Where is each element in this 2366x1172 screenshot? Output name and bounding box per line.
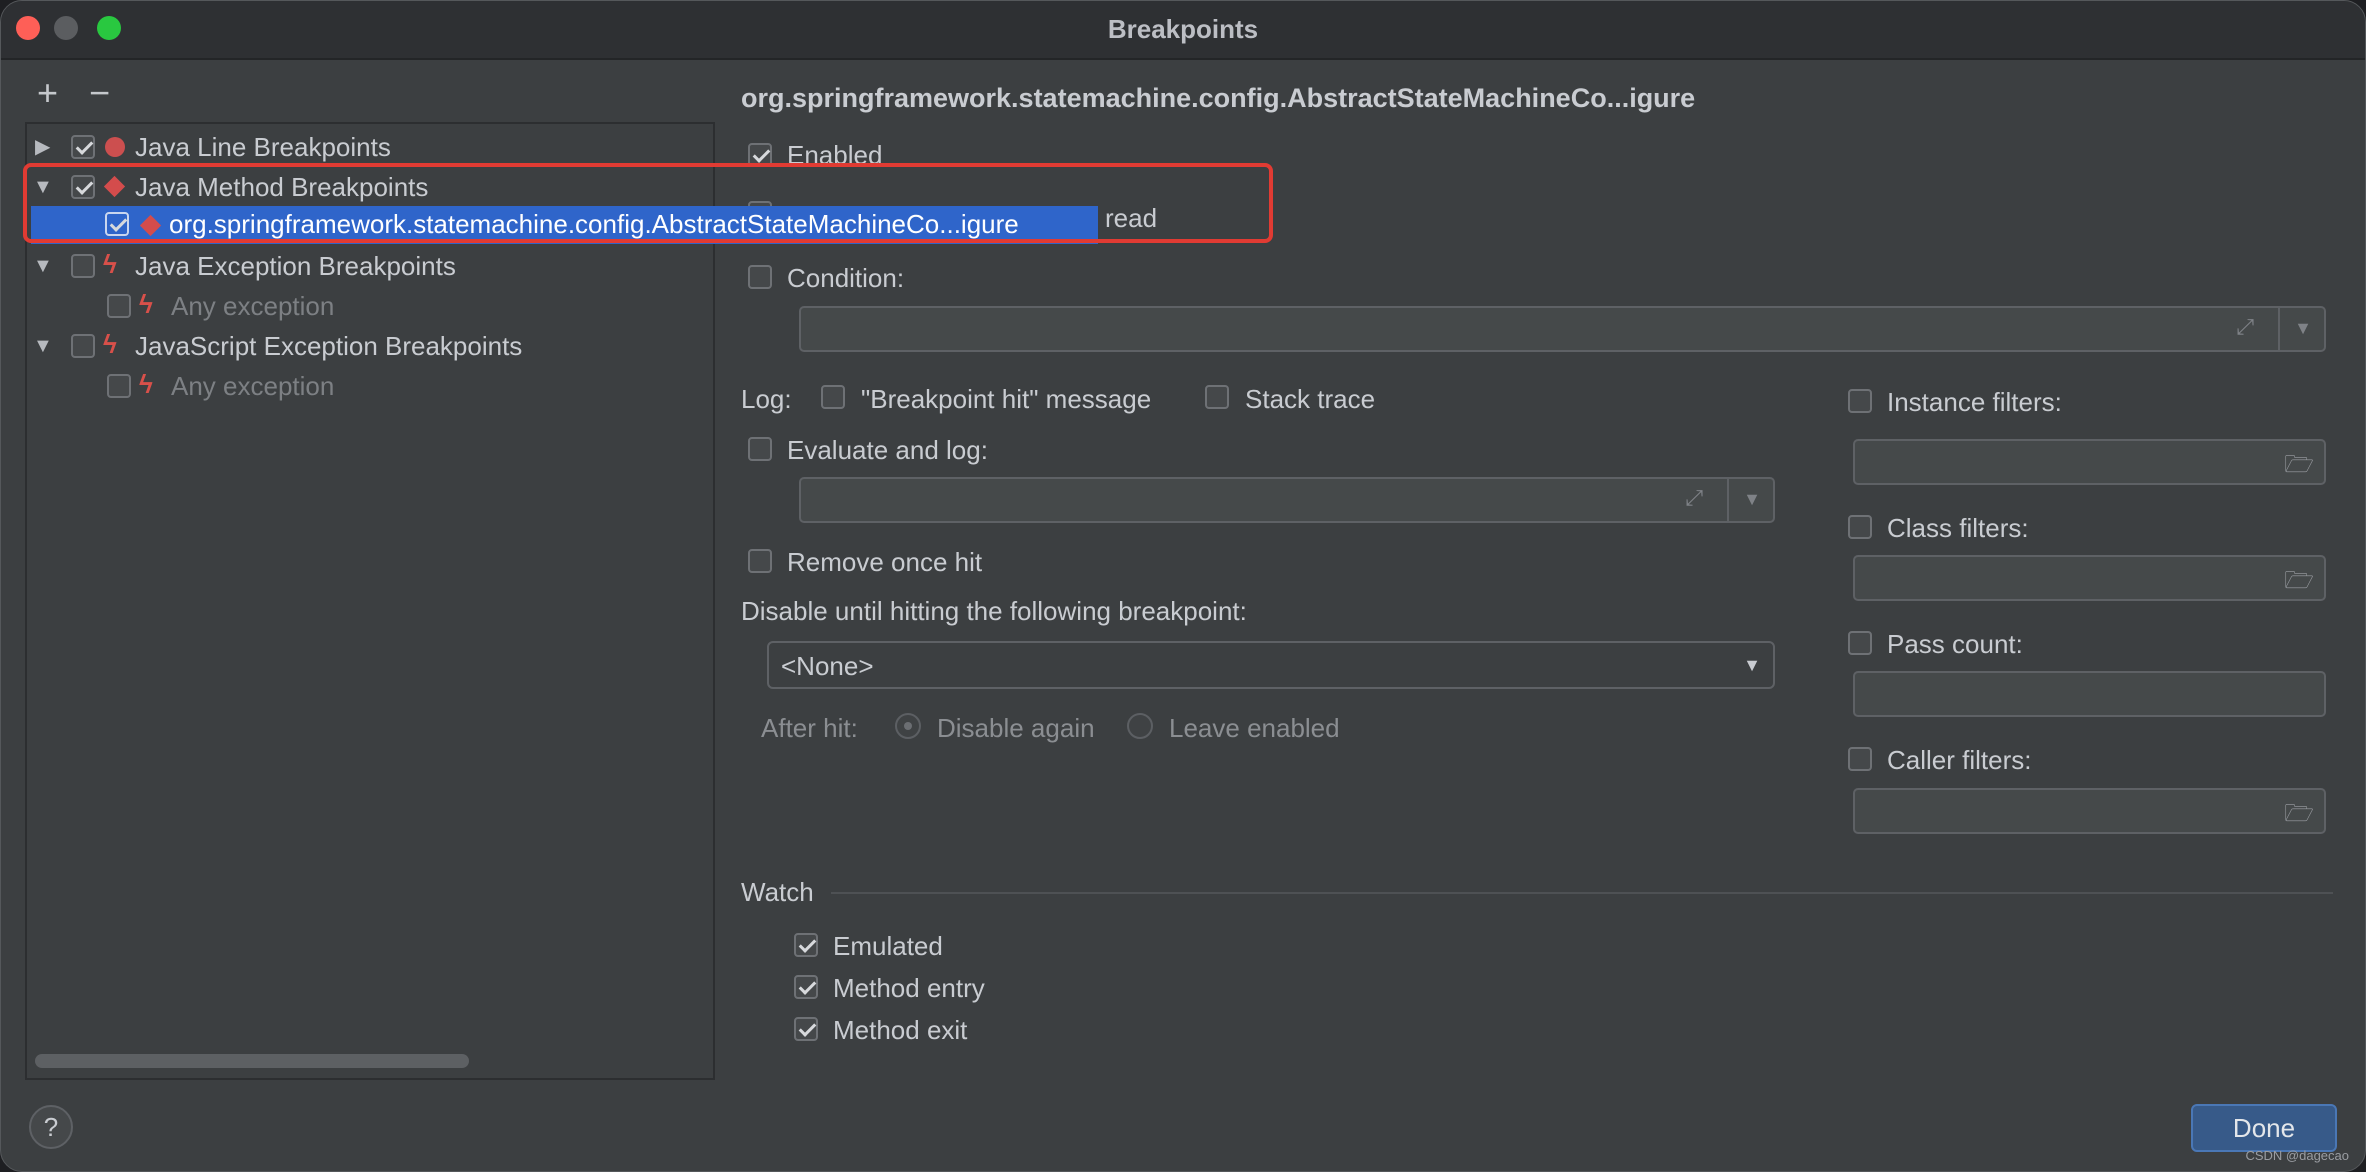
tree-group-label: JavaScript Exception Breakpoints [135,331,523,361]
emulated-checkbox[interactable] [794,933,818,957]
folder-icon[interactable]: 🗁 [2284,796,2314,837]
dropdown-arrow-icon[interactable]: ▼ [2294,318,2312,339]
red-dot-icon [105,137,125,157]
js-exception-checkbox[interactable] [71,334,95,358]
caller-filters-checkbox[interactable] [1848,747,1872,771]
lightning-icon: ϟ [103,249,117,279]
breakpoint-hit-label: "Breakpoint hit" message [861,384,1152,414]
remove-once-hit-checkbox[interactable] [748,549,772,573]
disable-again-label: Disable again [937,713,1095,743]
dropdown-arrow-icon: ▼ [1743,655,1761,675]
expand-arrow-icon[interactable]: ▶ [35,127,50,167]
condition-input[interactable]: ⤢ ▼ [799,306,2326,352]
evaluate-log-input[interactable]: ⤢ ▼ [799,477,1775,523]
evaluate-log-checkbox[interactable] [748,437,772,461]
horizontal-scrollbar[interactable] [35,1054,469,1068]
tree-group-label: Java Exception Breakpoints [135,251,456,281]
watch-label: Watch [741,877,814,907]
title-bar: Breakpoints [1,1,2365,60]
method-entry-label: Method entry [833,973,985,1003]
field-divider [2278,308,2280,350]
instance-filters-label: Instance filters: [1887,387,2062,417]
tree-item-any-exception[interactable]: ϟ Any exception [27,286,707,326]
class-filters-checkbox[interactable] [1848,515,1872,539]
method-exit-label: Method exit [833,1015,968,1045]
class-filters-label: Class filters: [1887,513,2029,543]
disable-until-value: <None> [781,651,874,681]
pass-count-input[interactable] [1853,671,2326,717]
tree-group-java-line[interactable]: ▶ Java Line Breakpoints [27,127,707,167]
method-exit-checkbox[interactable] [794,1017,818,1041]
java-exception-checkbox[interactable] [71,254,95,278]
watermark: CSDN @dagecao [2245,1148,2349,1163]
highlight-annotation [23,163,1273,243]
any-exception-checkbox[interactable] [107,294,131,318]
folder-icon[interactable]: 🗁 [2284,563,2314,604]
lightning-icon: ϟ [103,329,117,359]
class-filters-input[interactable]: 🗁 [1853,555,2326,601]
disable-until-select[interactable]: <None> ▼ [767,641,1775,689]
expand-icon[interactable]: ⤢ [2236,314,2254,340]
emulated-label: Emulated [833,931,943,961]
breakpoints-dialog: Breakpoints + − ▶ Java Line Breakpoints … [0,0,2366,1172]
window-title: Breakpoints [1107,14,1259,44]
leave-enabled-radio[interactable] [1127,713,1153,739]
tree-item-any-js-exception[interactable]: ϟ Any exception [27,366,707,406]
tree-group-js-exception[interactable]: ▼ ϟ JavaScript Exception Breakpoints [27,326,707,366]
any-js-exception-checkbox[interactable] [107,374,131,398]
add-breakpoint-button[interactable]: + [37,75,58,111]
leave-enabled-label: Leave enabled [1169,713,1340,743]
disable-until-label: Disable until hitting the following brea… [741,596,1247,626]
lightning-icon: ϟ [139,369,153,399]
log-label: Log: [741,384,792,414]
tree-item-label: Any exception [171,371,335,401]
condition-checkbox[interactable] [748,265,772,289]
condition-label: Condition: [787,263,905,293]
java-line-checkbox[interactable] [71,135,95,159]
lightning-icon: ϟ [139,289,153,319]
done-button[interactable]: Done [2191,1104,2337,1152]
disable-again-radio[interactable] [895,713,921,739]
help-button[interactable]: ? [29,1105,73,1149]
instance-filters-input[interactable]: 🗁 [1853,439,2326,485]
tree-group-java-exception[interactable]: ▼ ϟ Java Exception Breakpoints [27,246,707,286]
collapse-arrow-icon[interactable]: ▼ [33,326,53,366]
remove-breakpoint-button[interactable]: − [89,75,110,111]
after-hit-label: After hit: [761,713,858,743]
remove-once-hit-label: Remove once hit [787,547,983,577]
evaluate-log-label: Evaluate and log: [787,435,988,465]
collapse-arrow-icon[interactable]: ▼ [33,246,53,286]
tree-item-label: Any exception [171,291,335,321]
dropdown-arrow-icon[interactable]: ▼ [1743,489,1761,510]
caller-filters-label: Caller filters: [1887,745,2032,775]
breakpoints-tree: ▶ Java Line Breakpoints ▼ Java Method Br… [25,122,715,1080]
pass-count-label: Pass count: [1887,629,2023,659]
breakpoint-hit-checkbox[interactable] [821,385,845,409]
stack-trace-label: Stack trace [1245,384,1376,414]
tree-group-label: Java Line Breakpoints [135,132,391,162]
instance-filters-checkbox[interactable] [1848,389,1872,413]
stack-trace-checkbox[interactable] [1205,385,1229,409]
folder-icon[interactable]: 🗁 [2284,447,2314,488]
watch-separator [831,892,2333,894]
field-divider [1727,479,1729,521]
caller-filters-input[interactable]: 🗁 [1853,788,2326,834]
breakpoint-heading: org.springframework.statemachine.config.… [741,83,1696,113]
expand-icon[interactable]: ⤢ [1685,485,1703,511]
pass-count-checkbox[interactable] [1848,631,1872,655]
method-entry-checkbox[interactable] [794,975,818,999]
